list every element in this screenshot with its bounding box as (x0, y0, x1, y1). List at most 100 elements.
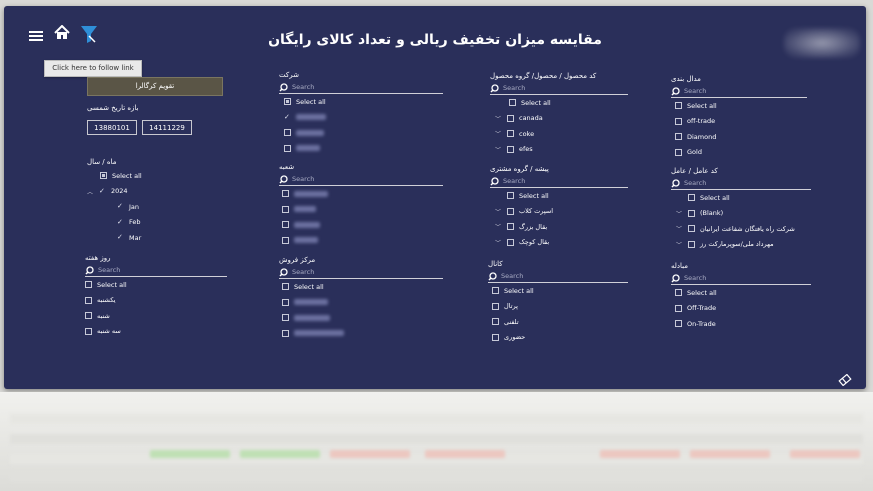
list-item[interactable]: ✓ Feb (87, 215, 227, 231)
list-item[interactable]: ✓ (279, 110, 443, 126)
checkbox[interactable] (85, 296, 92, 304)
list-item[interactable]: Select all (85, 277, 227, 293)
list-item[interactable]: On-Trade (671, 316, 811, 332)
search-box[interactable]: Search (85, 264, 227, 277)
checkbox[interactable] (509, 99, 516, 107)
search-box[interactable]: Search (279, 266, 443, 279)
checkbox[interactable] (675, 133, 682, 141)
checkbox[interactable] (282, 298, 289, 306)
list-item[interactable]: ﹀ بقال کوچک (490, 235, 628, 251)
checkbox[interactable] (282, 314, 289, 322)
list-item[interactable]: ︿ ✓ 2024 (87, 184, 227, 200)
checkbox[interactable] (688, 240, 695, 248)
list-item[interactable]: Select all (490, 95, 628, 111)
checkbox[interactable] (282, 283, 289, 291)
list-item[interactable] (279, 125, 443, 141)
checkbox[interactable] (507, 207, 514, 215)
checkbox[interactable] (282, 236, 289, 244)
list-item[interactable]: Gold (671, 145, 807, 161)
list-item[interactable]: شنبه (85, 308, 227, 324)
chevron-down-icon[interactable]: ﹀ (495, 129, 502, 138)
checkbox[interactable] (492, 302, 499, 310)
checkbox[interactable] (282, 329, 289, 337)
list-item[interactable]: پرتال (488, 299, 628, 315)
list-item[interactable] (279, 326, 443, 342)
chevron-down-icon[interactable]: ﹀ (495, 114, 502, 123)
list-item[interactable] (279, 202, 443, 218)
checkbox[interactable] (688, 209, 695, 217)
checkbox[interactable] (284, 98, 291, 106)
list-item[interactable]: ﹀ efes (490, 142, 628, 158)
list-item[interactable]: ﹀ canada (490, 111, 628, 127)
list-item[interactable] (279, 233, 443, 249)
search-box[interactable]: Search (490, 82, 628, 95)
date-start-input[interactable]: 13880101 (87, 120, 137, 135)
search-box[interactable]: Search (671, 272, 811, 285)
checkbox[interactable] (675, 304, 682, 312)
list-item[interactable]: Diamond (671, 129, 807, 145)
checkbox[interactable] (492, 333, 499, 341)
list-item[interactable]: Select all (671, 285, 811, 301)
search-box[interactable]: Search (279, 81, 443, 94)
checkbox[interactable] (675, 117, 682, 125)
chevron-down-icon[interactable]: ﹀ (495, 238, 502, 247)
list-item[interactable]: سه شنبه (85, 324, 227, 340)
list-item[interactable]: ﹀ مهرداد ملی/سوپرمارکت رز (671, 237, 811, 253)
checkbox[interactable] (282, 190, 289, 198)
list-item[interactable]: یکشنبه (85, 293, 227, 309)
list-item[interactable]: Select all (279, 279, 443, 295)
list-item[interactable]: ✓ Mar (87, 230, 227, 246)
chevron-down-icon[interactable]: ﹀ (495, 222, 502, 231)
checkbox[interactable] (675, 102, 682, 110)
search-box[interactable]: Search (671, 177, 811, 190)
checkbox[interactable] (85, 281, 92, 289)
checkbox[interactable] (100, 172, 107, 180)
checkbox[interactable] (675, 320, 682, 328)
chevron-down-icon[interactable]: ﹀ (495, 145, 502, 154)
checkbox[interactable] (492, 287, 499, 295)
checkbox[interactable] (282, 205, 289, 213)
list-item[interactable] (279, 186, 443, 202)
checkbox[interactable] (507, 192, 514, 200)
list-item[interactable]: ﹀ شرکت راه یافتگان شفاعت ایرانیان (671, 221, 811, 237)
search-box[interactable]: Search (279, 173, 443, 186)
chevron-down-icon[interactable]: ﹀ (676, 240, 683, 249)
checkbox[interactable] (507, 114, 514, 122)
list-item[interactable]: تلفنی (488, 314, 628, 330)
checkbox[interactable] (85, 312, 92, 320)
list-item[interactable]: Select all (671, 98, 807, 114)
checkbox[interactable] (507, 130, 514, 138)
checkbox[interactable] (507, 145, 514, 153)
list-item[interactable]: off-trade (671, 114, 807, 130)
checkbox[interactable] (284, 144, 291, 152)
chevron-down-icon[interactable]: ﹀ (676, 224, 683, 233)
check-icon[interactable]: ✓ (117, 203, 124, 210)
list-item[interactable]: ﹀ (Blank) (671, 206, 811, 222)
chevron-up-icon[interactable]: ︿ (87, 187, 94, 196)
date-end-input[interactable]: 14111229 (142, 120, 192, 135)
calendar-button[interactable]: تقویم کرگالرا (87, 77, 223, 96)
list-item[interactable]: ✓ Jan (87, 199, 227, 215)
check-icon[interactable]: ✓ (284, 113, 291, 121)
checkbox[interactable] (507, 223, 514, 231)
chevron-down-icon[interactable]: ﹀ (676, 209, 683, 218)
checkbox[interactable] (688, 225, 695, 233)
checkbox[interactable] (282, 221, 289, 229)
checkbox[interactable] (688, 194, 695, 202)
list-item[interactable]: Off-Trade (671, 301, 811, 317)
check-icon[interactable]: ✓ (99, 187, 106, 195)
list-item[interactable]: حضوری (488, 330, 628, 346)
list-item[interactable]: Select all (490, 188, 628, 204)
checkbox[interactable] (492, 318, 499, 326)
list-item[interactable]: ﹀ اسپرت کلاب (490, 204, 628, 220)
list-item[interactable]: Select all (87, 168, 227, 184)
checkbox[interactable] (675, 289, 682, 297)
list-item[interactable]: ﹀ بقال بزرگ (490, 219, 628, 235)
checkbox[interactable] (675, 148, 682, 156)
check-icon[interactable]: ✓ (117, 234, 124, 241)
list-item[interactable]: Select all (488, 283, 628, 299)
search-box[interactable]: Search (671, 85, 807, 98)
checkbox[interactable] (284, 129, 291, 137)
chevron-down-icon[interactable]: ﹀ (495, 207, 502, 216)
check-icon[interactable]: ✓ (117, 218, 124, 226)
